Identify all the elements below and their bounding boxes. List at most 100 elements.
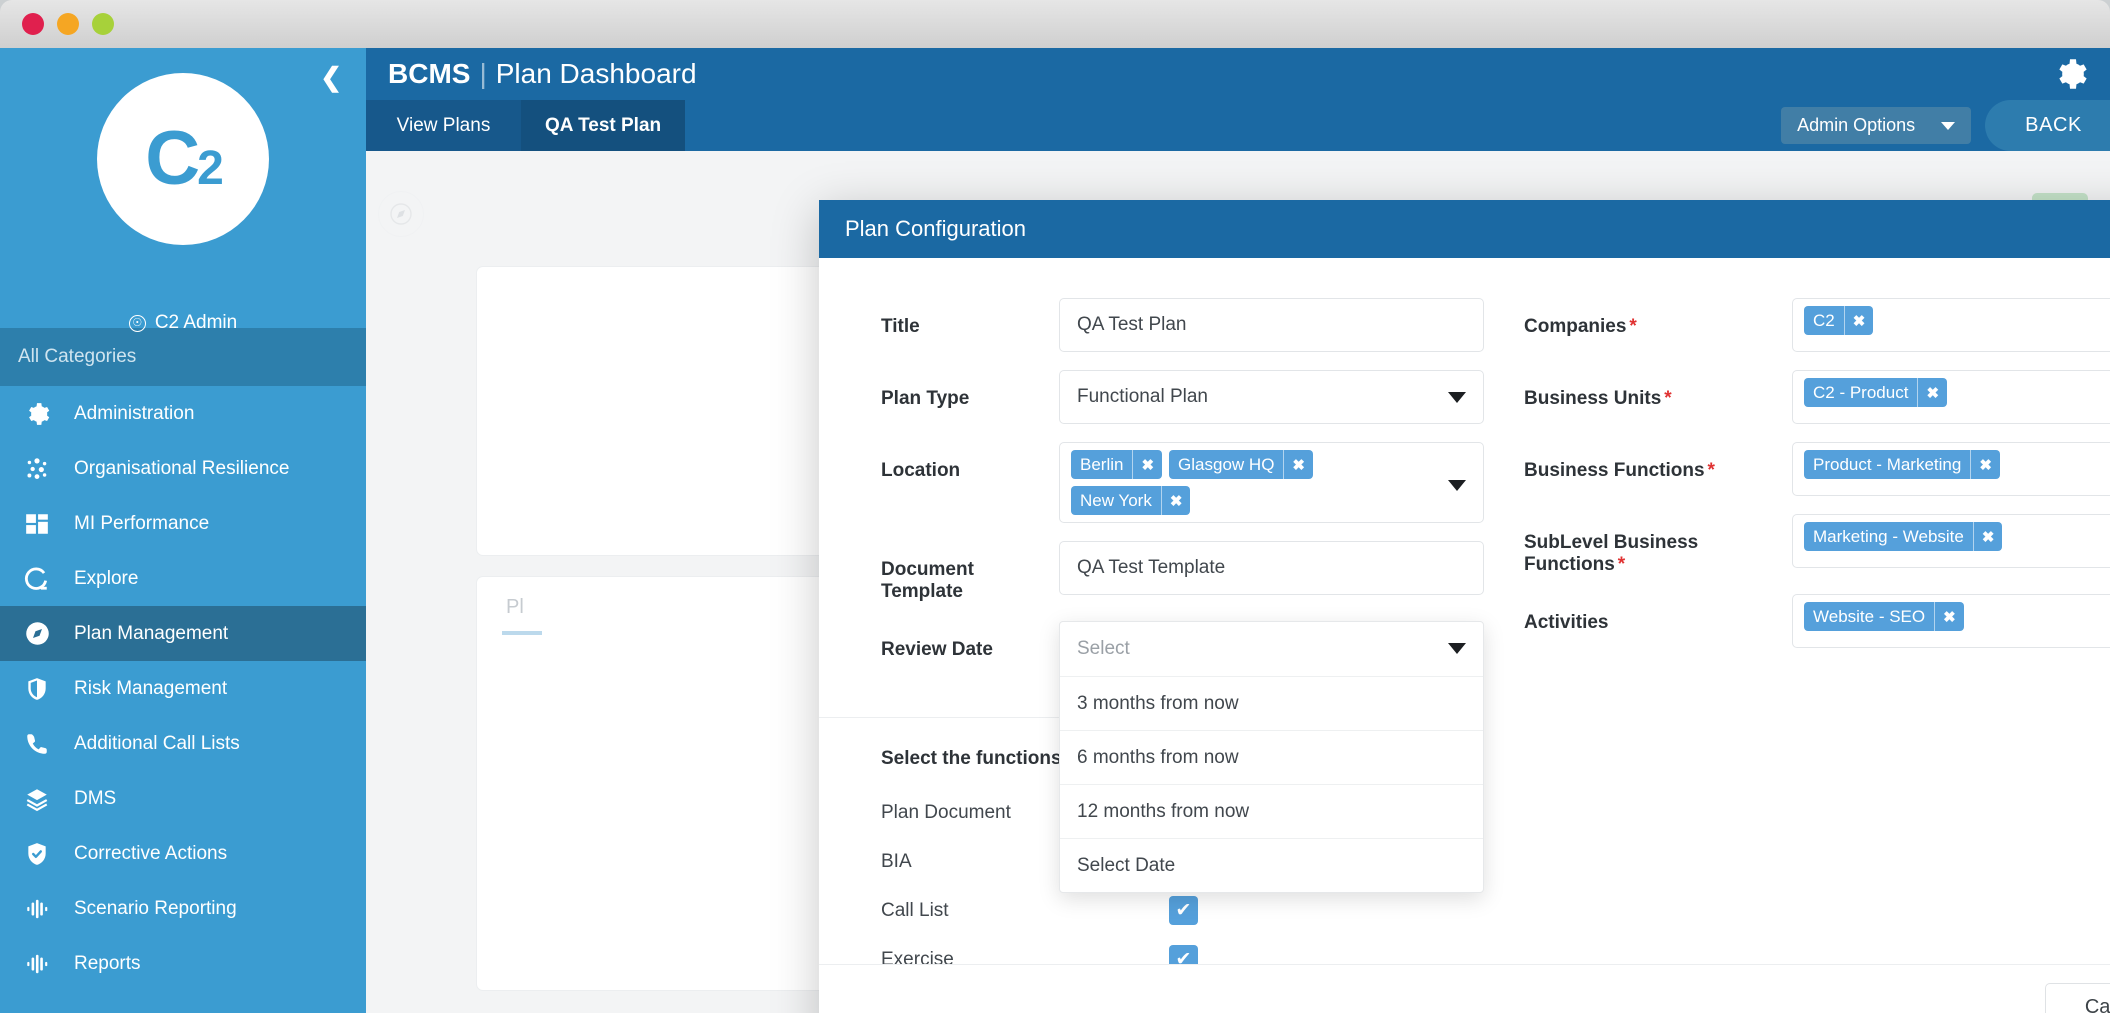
dropdown-option-6-months[interactable]: 6 months from now [1060, 730, 1483, 784]
business-functions-tag-input[interactable]: Product - Marketing ✖ [1792, 442, 2110, 496]
sidebar-item-reports[interactable]: Reports [0, 936, 366, 991]
sidebar-item-corrective-actions[interactable]: Corrective Actions [0, 826, 366, 881]
function-checkbox[interactable]: ✔ [1169, 896, 1198, 925]
dialog-left-column: Title QA Test Plan Plan Type Functional … [819, 298, 1484, 964]
field-label: Review Date [881, 639, 993, 660]
admin-options-dropdown[interactable]: Admin Options [1781, 107, 1972, 144]
function-checkbox[interactable]: ✔ [1169, 945, 1198, 964]
tag-label: New York [1080, 490, 1152, 510]
logo-text: C2 [145, 121, 224, 197]
sidebar-item-scenario-reporting[interactable]: Scenario Reporting [0, 881, 366, 936]
sidebar-item-label: Corrective Actions [74, 842, 228, 864]
field-review-date: Review Date Select 3 months from now 6 m… [881, 621, 1484, 893]
tag-remove-icon[interactable]: ✖ [1917, 378, 1947, 407]
back-button[interactable]: BACK [1985, 100, 2110, 151]
sidebar-item-label: Plan Management [74, 622, 229, 644]
required-marker: * [1629, 316, 1637, 337]
page-title: BCMS | Plan Dashboard [388, 58, 697, 90]
shield-check-icon [22, 839, 52, 869]
tab-bar: View Plans QA Test Plan Admin Options BA… [366, 100, 2110, 151]
background-tab-label: Pl [506, 596, 524, 619]
title-input[interactable]: QA Test Plan [1059, 298, 1484, 352]
window-zoom-button[interactable] [92, 13, 114, 35]
activities-tag-input[interactable]: Website - SEO ✖ [1792, 594, 2110, 648]
sidebar-item-risk-management[interactable]: Risk Management [0, 661, 366, 716]
tag-remove-icon[interactable]: ✖ [1283, 450, 1313, 479]
brand-separator: | [479, 58, 487, 89]
document-template-input[interactable]: QA Test Template [1059, 541, 1484, 595]
current-user[interactable]: ☉ C2 Admin [0, 312, 366, 334]
user-name: C2 Admin [154, 312, 238, 333]
review-date-dropdown: Select 3 months from now 6 months from n… [1059, 621, 1484, 893]
sublevel-business-functions-tag-input[interactable]: Marketing - Website ✖ [1792, 514, 2110, 568]
sidebar-item-label: Reports [74, 952, 141, 974]
tab-view-plans[interactable]: View Plans [366, 100, 521, 151]
background-tab-text: Pl [506, 596, 524, 618]
logo-main: C [145, 116, 200, 201]
field-sublevel-business-functions: SubLevel Business Functions * Marketing -… [1524, 514, 2110, 576]
field-control: Select 3 months from now 6 months from n… [1059, 621, 1484, 893]
window-minimize-button[interactable] [57, 13, 79, 35]
dialog-title: Plan Configuration [845, 216, 1027, 241]
sidebar-item-administration[interactable]: Administration [0, 386, 366, 441]
field-control: C2 - Product ✖ [1792, 370, 2110, 424]
tag-label: Website - SEO [1813, 606, 1926, 626]
sidebar-item-mi-performance[interactable]: MI Performance [0, 496, 366, 551]
topbar-actions: Admin Options BACK [1781, 100, 2110, 151]
field-control: QA Test Plan [1059, 298, 1484, 352]
cancel-button[interactable]: Cancel [2045, 982, 2110, 1013]
review-date-placeholder[interactable]: Select [1060, 622, 1483, 676]
required-marker: * [1617, 554, 1626, 575]
sidebar-item-dms[interactable]: DMS [0, 771, 366, 826]
tag-label: C2 [1813, 310, 1835, 330]
sidebar-header: ❮ C2 ☉ C2 Admin [0, 48, 366, 333]
brand-name: BCMS [388, 58, 471, 89]
main-area: BCMS | Plan Dashboard View Plans QA Test P… [366, 48, 2110, 1013]
sidebar-item-organisational-resilience[interactable]: Organisational Resilience [0, 441, 366, 496]
field-label-text: Business Units [1524, 388, 1662, 409]
all-categories-text: All Categories [18, 346, 137, 367]
field-companies: Companies * C2 ✖ [1524, 298, 2110, 352]
tag-chip: Website - SEO ✖ [1804, 602, 1964, 631]
chevron-left-icon[interactable]: ❮ [320, 64, 342, 90]
window-close-button[interactable] [22, 13, 44, 35]
compass-icon [378, 191, 424, 237]
tag-label: Marketing - Website [1813, 526, 1964, 546]
tag-remove-icon[interactable]: ✖ [1132, 450, 1162, 479]
sidebar-item-label: Risk Management [74, 677, 228, 699]
circle-dashed-icon [22, 564, 52, 594]
tab-label: View Plans [396, 114, 491, 136]
tag-remove-icon[interactable]: ✖ [1160, 486, 1191, 515]
dropdown-option-select-date[interactable]: Select Date [1060, 838, 1483, 892]
tab-qa-test-plan[interactable]: QA Test Plan [521, 100, 686, 151]
sidebar-item-plan-management[interactable]: Plan Management [0, 606, 366, 661]
dialog-body: Title QA Test Plan Plan Type Functional … [819, 258, 2110, 964]
tag-label: Product - Marketing [1813, 454, 1962, 474]
dropdown-option-3-months[interactable]: 3 months from now [1060, 676, 1483, 730]
sidebar-item-label: Scenario Reporting [74, 897, 237, 919]
dots-grid-icon [22, 454, 52, 484]
tag-remove-icon[interactable]: ✖ [1970, 450, 2000, 479]
tag-chip: Marketing - Website ✖ [1804, 522, 2003, 551]
gear-icon[interactable] [2052, 56, 2088, 92]
business-units-tag-input[interactable]: C2 - Product ✖ [1792, 370, 2110, 424]
tag-chip: Berlin ✖ [1071, 450, 1163, 479]
chevron-down-icon [1448, 643, 1466, 654]
field-label: Location [881, 460, 961, 481]
sidebar-item-label: MI Performance [74, 512, 210, 534]
field-title: Title QA Test Plan [881, 298, 1484, 352]
shield-icon [22, 674, 52, 704]
dropdown-option-12-months[interactable]: 12 months from now [1060, 784, 1483, 838]
companies-tag-input[interactable]: C2 ✖ [1792, 298, 2110, 352]
field-label: Activities [1524, 594, 1792, 634]
required-marker: * [1707, 460, 1715, 481]
tag-remove-icon[interactable]: ✖ [1972, 522, 2003, 551]
plan-type-select[interactable]: Functional Plan [1059, 370, 1484, 424]
page-title-text: Plan Dashboard [495, 58, 697, 89]
tag-remove-icon[interactable]: ✖ [1843, 306, 1874, 335]
location-tag-input[interactable]: Berlin ✖ Glasgow HQ ✖ New York ✖ [1059, 442, 1484, 523]
sidebar-section-label: All Categories [0, 328, 366, 386]
tag-remove-icon[interactable]: ✖ [1934, 602, 1964, 631]
sidebar-item-explore[interactable]: Explore [0, 551, 366, 606]
sidebar-item-additional-call-lists[interactable]: Additional Call Lists [0, 716, 366, 771]
